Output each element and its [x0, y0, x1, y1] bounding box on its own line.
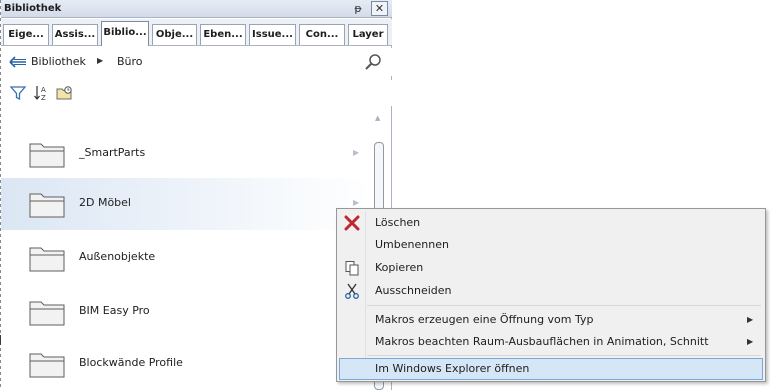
submenu-arrow-icon: ▶: [747, 337, 754, 346]
svg-text:A: A: [41, 86, 46, 94]
list-item[interactable]: 2D Möbel ▶: [1, 178, 371, 230]
close-icon[interactable]: ✕: [371, 1, 388, 16]
back-arrow-icon[interactable]: [9, 55, 27, 69]
pin-icon[interactable]: ᵽ: [351, 2, 365, 16]
folder-icon: [29, 353, 65, 378]
scissors-icon: [345, 283, 359, 299]
chevron-right-icon[interactable]: ▶: [353, 198, 359, 207]
delete-x-icon: [344, 215, 360, 231]
palette-title: Bibliothek: [4, 3, 62, 14]
menu-item-ausschneiden[interactable]: Ausschneiden: [339, 280, 763, 302]
breadcrumb-item-buero[interactable]: Büro: [117, 55, 143, 68]
menu-item-windows-explorer[interactable]: Im Windows Explorer öffnen: [339, 358, 763, 380]
folder-icon: [29, 301, 65, 326]
svg-text:Z: Z: [41, 94, 46, 102]
menu-item-label: Umbenennen: [375, 238, 449, 251]
breadcrumb-item-bibliothek[interactable]: Bibliothek: [31, 55, 86, 68]
menu-item-label: Makros erzeugen eine Öffnung vom Typ: [375, 313, 594, 326]
folder-label: _SmartParts: [79, 146, 146, 159]
folder-label: BIM Easy Pro: [79, 304, 150, 317]
breadcrumb-separator: ▶: [97, 56, 104, 65]
breadcrumb: Bibliothek ▶ Büro: [1, 48, 392, 76]
scroll-up-icon[interactable]: ▲: [375, 114, 380, 122]
folder-icon: [29, 143, 65, 168]
tab-objekte[interactable]: Obje...: [152, 24, 197, 45]
menu-item-makros-raum[interactable]: Makros beachten Raum-Ausbauflächen in An…: [339, 331, 763, 353]
menu-item-label: Im Windows Explorer öffnen: [375, 362, 530, 375]
list-item[interactable]: Blockwände Profile: [1, 338, 371, 390]
menu-item-label: Löschen: [375, 216, 421, 229]
folder-icon: [29, 247, 65, 272]
submenu-arrow-icon: ▶: [747, 315, 754, 324]
tab-layer[interactable]: Layer: [348, 24, 388, 45]
tab-eigenschaften[interactable]: Eige...: [3, 24, 49, 45]
folder-label: 2D Möbel: [79, 196, 131, 209]
folder-icon: [29, 193, 65, 218]
menu-item-kopieren[interactable]: Kopieren: [339, 257, 763, 279]
list-item[interactable]: Außenobjekte: [1, 232, 371, 284]
chevron-right-icon[interactable]: ▶: [353, 148, 359, 157]
menu-item-loeschen[interactable]: Löschen: [339, 212, 763, 234]
list-item[interactable]: BIM Easy Pro: [1, 286, 371, 338]
tab-connect[interactable]: Con...: [299, 24, 345, 45]
library-palette: Bibliothek ᵽ ✕ Eige... Assis... Biblio..…: [1, 0, 392, 390]
folder-label: Blockwände Profile: [79, 356, 183, 369]
folder-label: Außenobjekte: [79, 250, 156, 263]
folder-settings-icon[interactable]: [56, 84, 74, 102]
tab-ebenen[interactable]: Eben...: [200, 24, 246, 45]
copy-icon: [345, 261, 359, 276]
tab-assistenten[interactable]: Assis...: [52, 24, 98, 45]
menu-item-label: Ausschneiden: [375, 284, 452, 297]
menu-item-label: Kopieren: [375, 261, 424, 274]
sort-icon[interactable]: A Z: [33, 84, 51, 102]
menu-separator: [367, 355, 761, 356]
palette-tabs: Eige... Assis... Biblio... Obje... Eben.…: [1, 19, 392, 46]
menu-separator: [367, 305, 761, 306]
tab-issues[interactable]: Issue...: [249, 24, 296, 45]
palette-titlebar[interactable]: Bibliothek ᵽ ✕: [1, 0, 392, 18]
filter-icon[interactable]: [9, 84, 27, 102]
list-item[interactable]: _SmartParts ▶: [1, 128, 371, 180]
context-menu: Löschen Umbenennen Kopieren Ausschneiden…: [336, 208, 766, 382]
folder-list: _SmartParts ▶ 2D Möbel ▶ Außenobjekte BI…: [1, 112, 371, 390]
search-icon[interactable]: [364, 53, 382, 71]
tab-bibliothek[interactable]: Biblio...: [101, 21, 149, 46]
library-toolbar: A Z: [1, 80, 392, 106]
menu-item-makros-oeffnung[interactable]: Makros erzeugen eine Öffnung vom Typ ▶: [339, 309, 763, 331]
menu-item-umbenennen[interactable]: Umbenennen: [339, 234, 763, 256]
menu-item-label: Makros beachten Raum-Ausbauflächen in An…: [375, 335, 709, 348]
